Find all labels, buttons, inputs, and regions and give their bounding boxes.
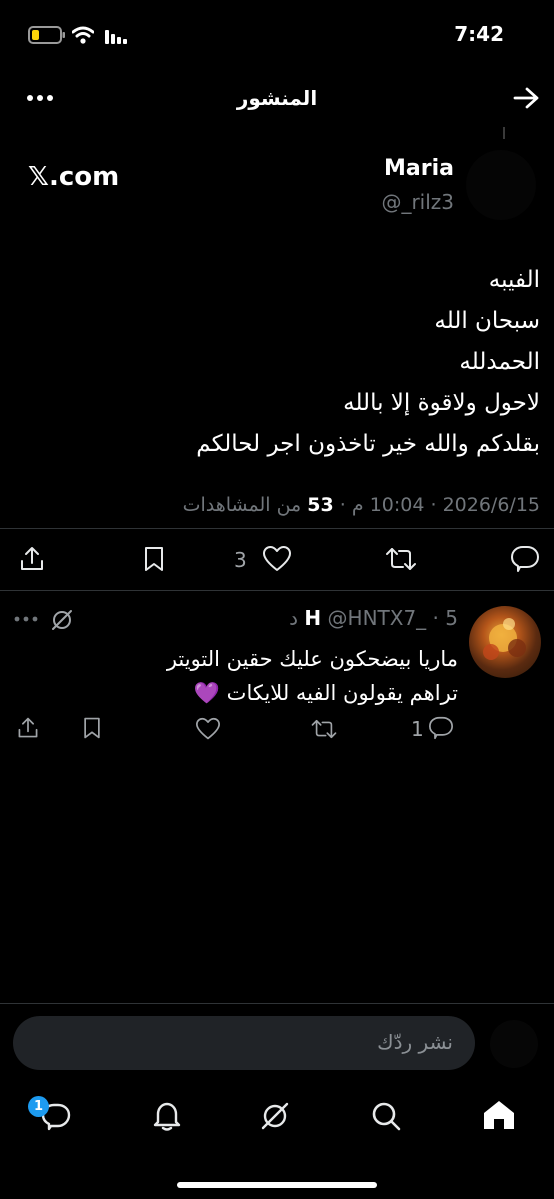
signal-icon [104, 26, 128, 44]
search-icon[interactable] [370, 1100, 402, 1132]
reply-more-icon[interactable] [14, 615, 38, 623]
like-icon[interactable] [262, 545, 292, 573]
reply-reply-count: 1 [411, 717, 424, 741]
brand-label: 𝕏.com [28, 162, 120, 192]
reply-composer[interactable]: نشر ردّك [13, 1016, 475, 1070]
post-text: الفيبه سبحان الله الحمدلله لاحول ولاقوة … [196, 267, 540, 457]
author-handle[interactable]: @_rilz3 [381, 190, 454, 214]
retweet-icon[interactable] [384, 545, 418, 573]
reply-like-icon[interactable] [195, 717, 221, 741]
status-time: 7:42 [454, 22, 504, 46]
composer-placeholder[interactable]: نشر ردّك [377, 1030, 453, 1054]
reply-avatar[interactable] [469, 606, 541, 678]
post-date: 2026/6/15 [442, 494, 540, 516]
reply-reply-icon[interactable] [428, 716, 454, 740]
composer-avatar[interactable] [490, 1020, 538, 1068]
share-icon[interactable] [18, 545, 46, 573]
bookmark-icon[interactable] [140, 545, 168, 573]
reply-retweet-icon[interactable] [310, 717, 338, 741]
reply-header: H @HNTX7_ · 5 د [289, 606, 458, 630]
divider [0, 528, 554, 529]
divider [0, 1003, 554, 1004]
author-avatar[interactable] [466, 150, 536, 220]
post-time: 10:04 م [351, 494, 425, 516]
grok-icon[interactable] [50, 608, 74, 632]
views-label: من المشاهدات [182, 494, 302, 516]
back-arrow-icon[interactable] [512, 86, 540, 110]
grok-nav-icon[interactable] [259, 1100, 291, 1132]
divider [0, 590, 554, 591]
home-indicator [177, 1182, 377, 1188]
reply-bookmark-icon[interactable] [80, 716, 104, 740]
views-count[interactable]: 53 [307, 494, 333, 516]
status-bar: 7:42 [0, 0, 554, 70]
home-icon[interactable] [482, 1099, 516, 1131]
likes-count: 3 [234, 548, 247, 572]
notifications-icon[interactable] [152, 1100, 182, 1132]
battery-icon [28, 26, 66, 44]
reply-author-name[interactable]: H [304, 606, 321, 630]
wifi-icon [72, 26, 94, 44]
reply-author-handle[interactable]: @HNTX7_ [328, 606, 427, 630]
post-meta: 2026/6/15 · 10:04 م · 53 من المشاهدات [182, 494, 540, 516]
reply-icon[interactable] [510, 545, 540, 573]
reply-share-icon[interactable] [16, 716, 40, 740]
page-title: المنشور [236, 86, 318, 110]
avatar-edge-mark [503, 127, 505, 139]
author-name[interactable]: Maria [384, 156, 454, 181]
reply-text: ماريا بيضحكون عليك حقين التويتر تراهم يق… [166, 647, 458, 705]
messages-badge: 1 [28, 1096, 49, 1117]
